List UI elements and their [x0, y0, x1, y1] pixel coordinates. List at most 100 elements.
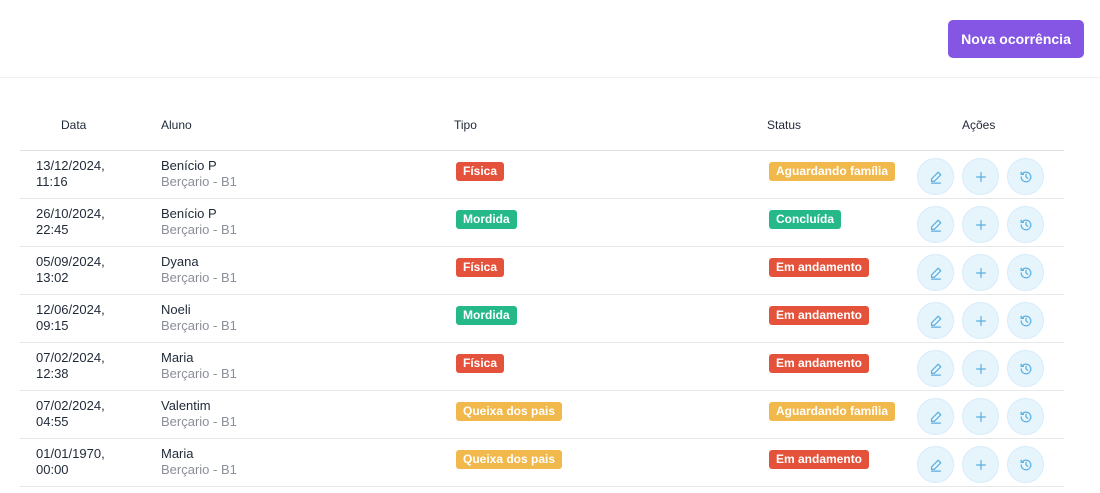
student-name: Benício P — [161, 158, 217, 173]
table-row: 07/02/2024, 04:55 Valentim Berçario - B1 Qu… — [20, 391, 1064, 439]
row-date: 12/06/2024, 09:15 — [36, 302, 105, 333]
top-bar: Nova ocorrência — [0, 0, 1100, 78]
row-date: 13/12/2024, 11:16 — [36, 158, 105, 189]
pencil-icon — [929, 410, 943, 424]
status-badge: Aguardando família — [769, 162, 896, 181]
add-button[interactable] — [962, 350, 999, 387]
column-header-aluno: Aluno — [161, 118, 192, 132]
history-button[interactable] — [1007, 158, 1044, 195]
add-button[interactable] — [962, 206, 999, 243]
occurrences-table: Data Aluno Tipo Status Ações 13/12/2024,… — [20, 108, 1064, 487]
student-class: Berçario - B1 — [161, 462, 237, 477]
plus-icon — [974, 410, 988, 424]
status-badge: Concluída — [769, 210, 842, 229]
add-button[interactable] — [962, 158, 999, 195]
history-button[interactable] — [1007, 350, 1044, 387]
history-button[interactable] — [1007, 206, 1044, 243]
student-class: Berçario - B1 — [161, 414, 237, 429]
occurrences-panel: Data Aluno Tipo Status Ações 13/12/2024,… — [0, 78, 1100, 493]
table-body: 13/12/2024, 11:16 Benício P Berçario - B1 F… — [20, 151, 1064, 487]
student-class: Berçario - B1 — [161, 174, 237, 189]
table-row: 13/12/2024, 11:16 Benício P Berçario - B1 F… — [20, 151, 1064, 199]
edit-button[interactable] — [917, 350, 954, 387]
row-student: Noeli Berçario - B1 — [161, 302, 237, 334]
column-header-data: Data — [61, 118, 87, 132]
status-badge: Aguardando família — [769, 402, 896, 421]
row-date: 26/10/2024, 22:45 — [36, 206, 105, 237]
row-student: Benício P Berçario - B1 — [161, 206, 237, 238]
table-header: Data Aluno Tipo Status Ações — [20, 108, 1064, 151]
edit-button[interactable] — [917, 254, 954, 291]
student-class: Berçario - B1 — [161, 318, 237, 333]
history-icon — [1019, 218, 1033, 232]
plus-icon — [974, 362, 988, 376]
edit-button[interactable] — [917, 302, 954, 339]
history-icon — [1019, 266, 1033, 280]
pencil-icon — [929, 362, 943, 376]
table-row: 26/10/2024, 22:45 Benício P Berçario - B1 M… — [20, 199, 1064, 247]
tipo-badge: Física — [456, 162, 505, 181]
student-name: Maria — [161, 446, 194, 461]
edit-button[interactable] — [917, 206, 954, 243]
plus-icon — [974, 170, 988, 184]
column-header-status: Status — [767, 118, 802, 132]
status-badge: Em andamento — [769, 258, 870, 277]
row-student: Maria Berçario - B1 — [161, 350, 237, 382]
pencil-icon — [929, 218, 943, 232]
student-class: Berçario - B1 — [161, 270, 237, 285]
tipo-badge: Física — [456, 258, 505, 277]
student-class: Berçario - B1 — [161, 222, 237, 237]
edit-button[interactable] — [917, 158, 954, 195]
student-name: Noeli — [161, 302, 191, 317]
tipo-badge: Mordida — [456, 306, 517, 325]
history-icon — [1019, 314, 1033, 328]
pencil-icon — [929, 314, 943, 328]
history-button[interactable] — [1007, 302, 1044, 339]
table-row: 12/06/2024, 09:15 Noeli Berçario - B1 Mordi… — [20, 295, 1064, 343]
history-icon — [1019, 410, 1033, 424]
history-button[interactable] — [1007, 398, 1044, 435]
add-button[interactable] — [962, 398, 999, 435]
student-class: Berçario - B1 — [161, 366, 237, 381]
plus-icon — [974, 458, 988, 472]
history-icon — [1019, 170, 1033, 184]
student-name: Maria — [161, 350, 194, 365]
column-header-acoes: Ações — [962, 118, 996, 132]
status-badge: Em andamento — [769, 450, 870, 469]
table-row: 05/09/2024, 13:02 Dyana Berçario - B1 Físic… — [20, 247, 1064, 295]
edit-button[interactable] — [917, 398, 954, 435]
edit-button[interactable] — [917, 446, 954, 483]
row-date: 07/02/2024, 04:55 — [36, 398, 105, 429]
tipo-badge: Queixa dos pais — [456, 450, 563, 469]
status-badge: Em andamento — [769, 354, 870, 373]
history-button[interactable] — [1007, 254, 1044, 291]
pencil-icon — [929, 170, 943, 184]
row-date: 07/02/2024, 12:38 — [36, 350, 105, 381]
table-row: 07/02/2024, 12:38 Maria Berçario - B1 Físic… — [20, 343, 1064, 391]
plus-icon — [974, 314, 988, 328]
row-student: Maria Berçario - B1 — [161, 446, 237, 478]
history-icon — [1019, 362, 1033, 376]
row-student: Benício P Berçario - B1 — [161, 158, 237, 190]
add-button[interactable] — [962, 302, 999, 339]
status-badge: Em andamento — [769, 306, 870, 325]
table-row: 01/01/1970, 00:00 Maria Berçario - B1 Queix… — [20, 439, 1064, 487]
row-date: 01/01/1970, 00:00 — [36, 446, 105, 477]
student-name: Dyana — [161, 254, 199, 269]
row-student: Valentim Berçario - B1 — [161, 398, 237, 430]
add-button[interactable] — [962, 254, 999, 291]
history-icon — [1019, 458, 1033, 472]
tipo-badge: Física — [456, 354, 505, 373]
history-button[interactable] — [1007, 446, 1044, 483]
column-header-tipo: Tipo — [454, 118, 477, 132]
plus-icon — [974, 266, 988, 280]
pencil-icon — [929, 458, 943, 472]
new-occurrence-button[interactable]: Nova ocorrência — [948, 20, 1084, 58]
row-student: Dyana Berçario - B1 — [161, 254, 237, 286]
add-button[interactable] — [962, 446, 999, 483]
plus-icon — [974, 218, 988, 232]
tipo-badge: Queixa dos pais — [456, 402, 563, 421]
student-name: Valentim — [161, 398, 211, 413]
pencil-icon — [929, 266, 943, 280]
row-date: 05/09/2024, 13:02 — [36, 254, 105, 285]
